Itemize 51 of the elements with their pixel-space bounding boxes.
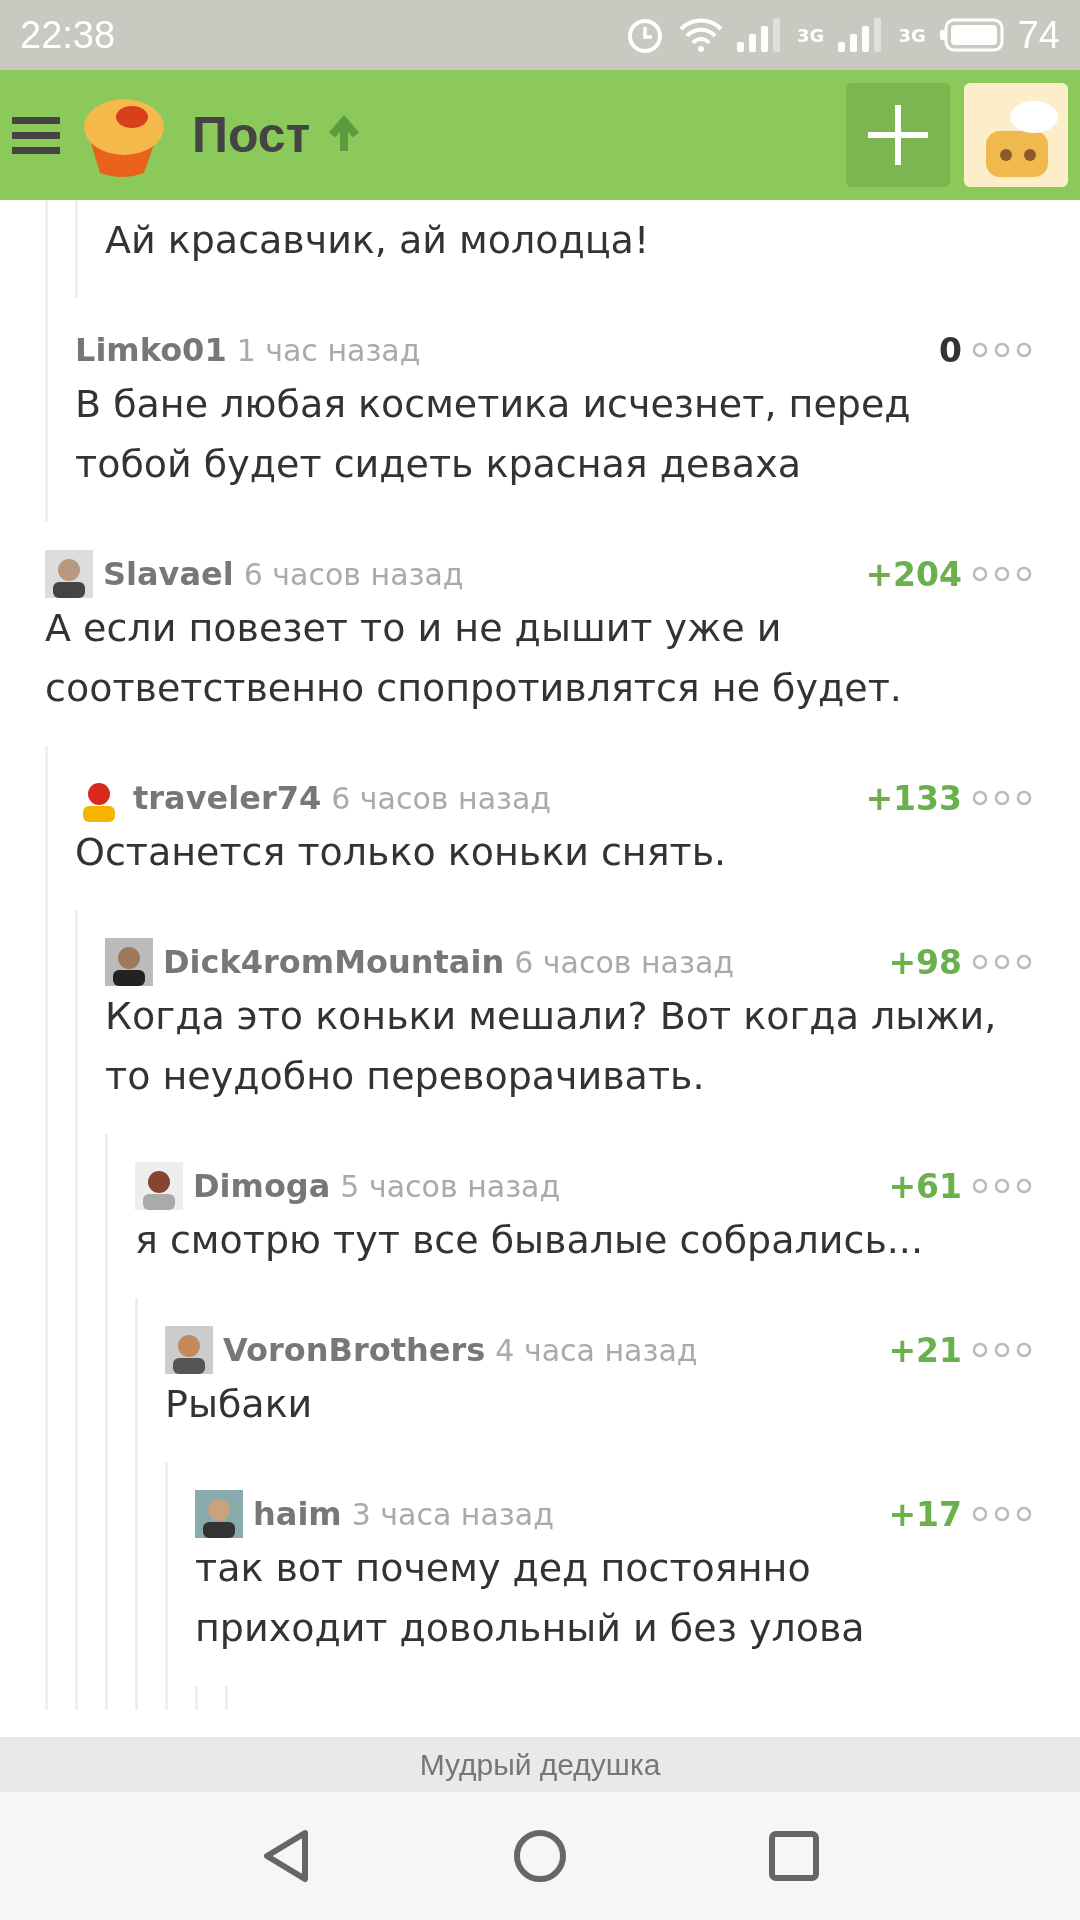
comment-time: 3 часа назад: [351, 1496, 554, 1532]
more-icon[interactable]: [972, 954, 1032, 970]
comment-text: В бане любая косметика исчезнет, перед тобой будет сидеть красная деваха: [75, 381, 912, 488]
comment-rating: +61: [888, 1166, 962, 1206]
comment-author[interactable]: haim: [253, 1495, 342, 1533]
comment-text: я смотрю тут все бывалые собрались...: [135, 1217, 925, 1264]
comment-author[interactable]: traveler74: [133, 779, 322, 817]
comment-author[interactable]: Dimoga: [193, 1167, 331, 1205]
comment-time: 5 часов назад: [340, 1168, 561, 1204]
comment-time: 6 часов назад: [514, 944, 735, 980]
comment-time: 6 часов назад: [243, 556, 464, 592]
more-icon[interactable]: [972, 566, 1032, 582]
comment-author[interactable]: Limko01: [75, 331, 227, 369]
plus-icon[interactable]: [866, 103, 930, 167]
comment-text: Ай красавчик, ай молодца!: [105, 217, 651, 264]
comment-time: 6 часов назад: [331, 780, 552, 816]
comment-author[interactable]: Dick4romMountain: [163, 943, 505, 981]
toast-message: Мудрый дедушка: [419, 1747, 661, 1782]
battery-icon: [939, 18, 1004, 52]
profile-avatar[interactable]: [964, 83, 1068, 187]
comment-time: 4 часа назад: [495, 1332, 698, 1368]
home-icon[interactable]: [513, 1829, 567, 1883]
page-title: Пост: [192, 106, 311, 164]
network-type: 3G: [797, 24, 825, 46]
comment-text: так вот почему дед постоянно приходит довольный и без улова: [195, 1545, 866, 1652]
comment-author[interactable]: VoronBrothers: [223, 1331, 486, 1369]
comment-text: Останется только коньки снять.: [75, 829, 728, 876]
recents-icon[interactable]: [769, 1831, 819, 1881]
menu-icon[interactable]: [12, 115, 60, 155]
clock-time: 22:38: [20, 13, 117, 57]
comment-rating: +204: [865, 554, 962, 594]
comment-text: Когда это коньки мешали? Вот когда лыжи, то неудобно переворачивать.: [105, 993, 998, 1100]
more-icon[interactable]: [972, 1506, 1032, 1522]
comment-rating: 0: [939, 330, 962, 370]
back-icon[interactable]: [261, 1829, 311, 1883]
more-icon[interactable]: [972, 342, 1032, 358]
comment-rating: +17: [888, 1494, 962, 1534]
comment-time: 1 час назад: [236, 332, 421, 368]
more-icon[interactable]: [972, 1342, 1032, 1358]
comment-rating: +133: [865, 778, 962, 818]
comment-rating: +98: [888, 942, 962, 982]
network-type: 3G: [898, 24, 926, 46]
comment-author[interactable]: Slavael: [103, 555, 234, 593]
comment-text: А если повезет то и не дышит уже и соответственно спопротивлятся не будет.: [45, 605, 903, 712]
comment-rating: +21: [888, 1330, 962, 1370]
add-post-button[interactable]: [846, 83, 950, 187]
wifi-icon: [679, 17, 724, 53]
more-icon[interactable]: [972, 1178, 1032, 1194]
comment-text: Рыбаки: [165, 1381, 314, 1428]
battery-level: 74: [1017, 13, 1060, 57]
more-icon[interactable]: [972, 790, 1032, 806]
